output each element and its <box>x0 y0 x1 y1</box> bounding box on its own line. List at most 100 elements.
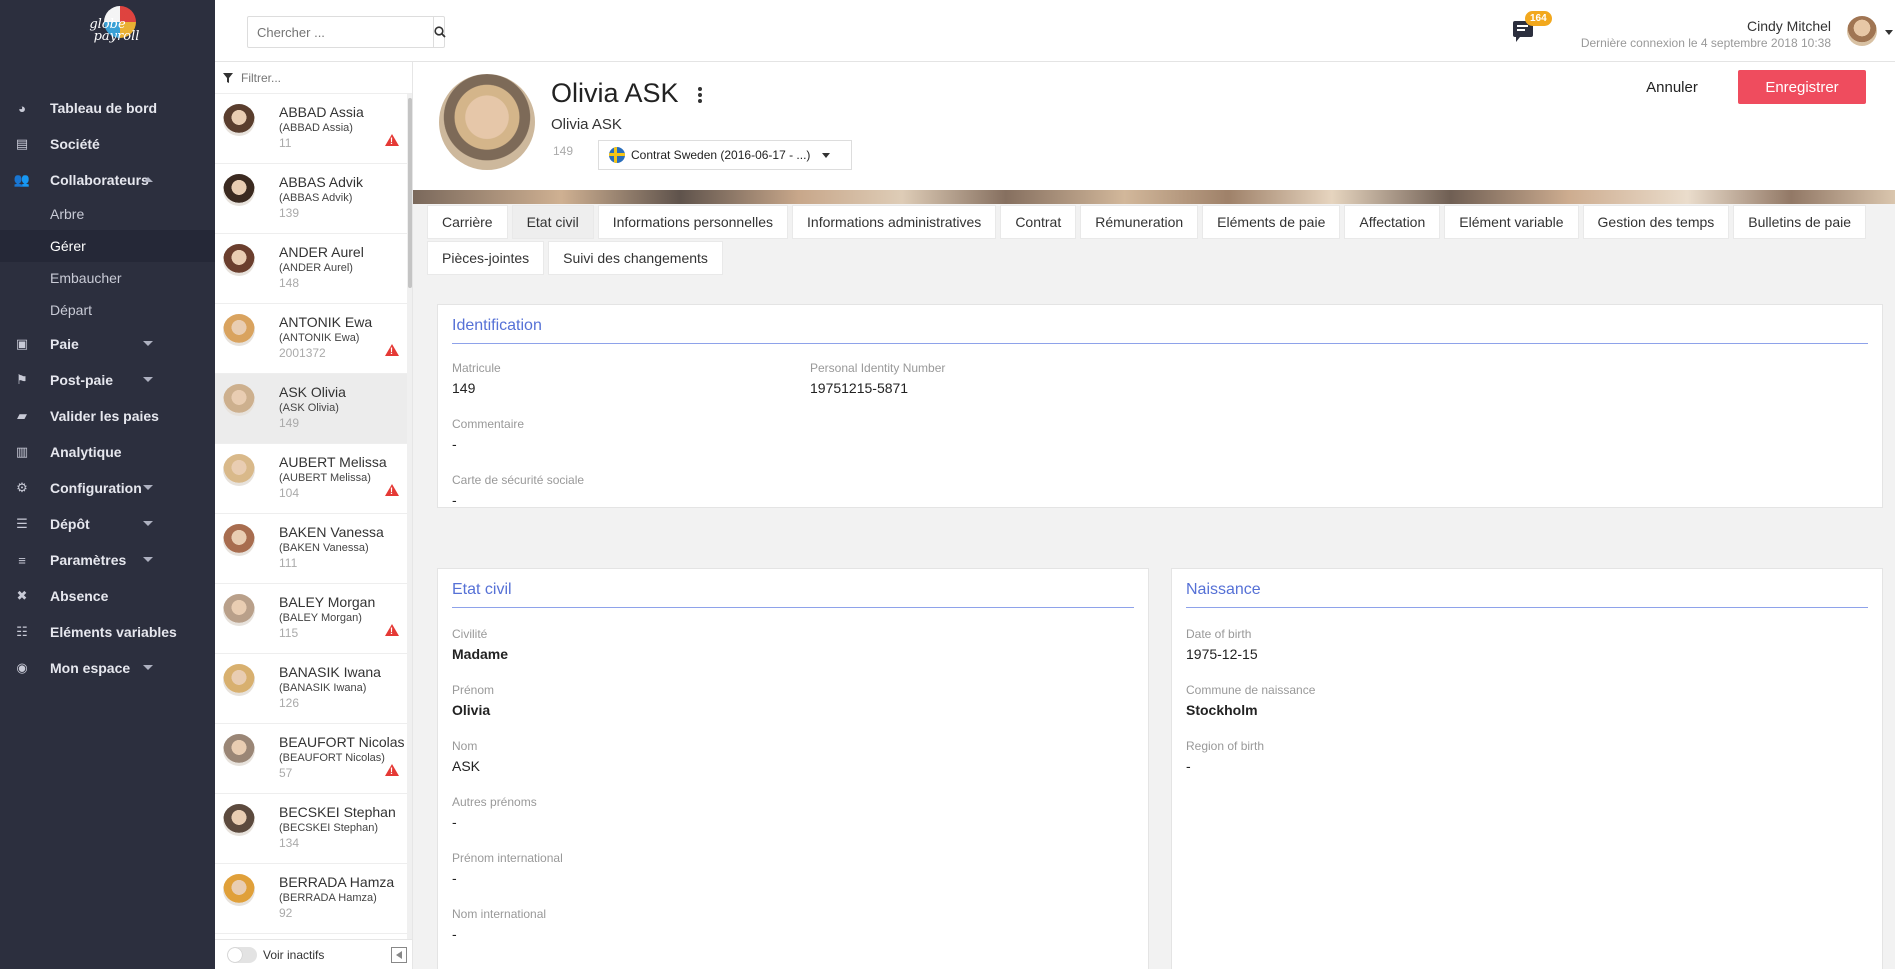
chevron-down-icon <box>143 557 153 562</box>
employee-name: ABBAS Advik <box>279 174 364 190</box>
dashboard-icon: ◕ <box>18 100 26 116</box>
tab-elements-de-paie[interactable]: Eléments de paie <box>1202 205 1341 239</box>
chevron-down-icon <box>143 485 153 490</box>
filter-input[interactable] <box>241 70 391 85</box>
tab-pieces-jointes[interactable]: Pièces-jointes <box>427 241 545 275</box>
logo[interactable]: globe payroll <box>0 0 215 62</box>
field-prenom: Prénom Olivia <box>452 683 495 718</box>
subnav-item-depart[interactable]: Départ <box>0 294 215 326</box>
tab-informations-administratives[interactable]: Informations administratives <box>792 205 997 239</box>
database-icon: ☰ <box>16 516 28 531</box>
nav-item-tableau-de-bord[interactable]: ◕ Tableau de bord <box>0 90 215 126</box>
employee-list-item[interactable]: BECSKEI Stephan (BECSKEI Stephan) 134 <box>215 794 407 864</box>
employee-avatar <box>223 734 255 766</box>
tab-element-variable[interactable]: Elément variable <box>1444 205 1579 239</box>
employee-name: BECSKEI Stephan <box>279 804 396 820</box>
show-inactive-toggle[interactable] <box>227 946 257 963</box>
employee-subname: (BANASIK Iwana) <box>279 682 367 694</box>
tab-affectation[interactable]: Affectation <box>1344 205 1441 239</box>
chat-icon-line <box>1517 29 1525 31</box>
employee-full-name: Olivia ASK <box>551 78 679 108</box>
nav-item-valider-les-paies[interactable]: ▰ Valider les paies <box>0 398 215 434</box>
etat-civil-card: Etat civil Civilité Madame Prénom Olivia… <box>437 568 1149 969</box>
employee-list-item[interactable]: BERRADA Hamza (BERRADA Hamza) 92 <box>215 864 407 934</box>
employee-id: 115 <box>279 626 299 640</box>
building-icon: ▤ <box>15 136 29 151</box>
employee-id: 111 <box>279 556 298 570</box>
warning-icon <box>385 344 399 356</box>
show-inactive-label: Voir inactifs <box>263 947 325 962</box>
tab-bulletins-de-paie[interactable]: Bulletins de paie <box>1733 205 1867 239</box>
nav-item-label: Absence <box>50 588 109 604</box>
user-name: Cindy Mitchel <box>1746 18 1831 34</box>
employee-id: 104 <box>279 486 300 500</box>
user-info[interactable]: Cindy Mitchel Dernière connexion le 4 se… <box>1581 18 1831 50</box>
employee-list-item[interactable]: ANDER Aurel (ANDER Aurel) 148 <box>215 234 407 304</box>
subnav-item-arbre[interactable]: Arbre <box>0 198 215 230</box>
employee-list-item[interactable]: BAKEN Vanessa (BAKEN Vanessa) 111 <box>215 514 407 584</box>
field-date-of-birth: Date of birth 1975-12-15 <box>1186 627 1258 662</box>
collapse-panel-icon[interactable] <box>391 947 407 963</box>
employee-list-item[interactable]: BALEY Morgan (BALEY Morgan) 115 <box>215 584 407 654</box>
employee-avatar <box>223 874 255 906</box>
tab-remuneration[interactable]: Rémuneration <box>1080 205 1199 239</box>
employee-list-item[interactable]: BEAUFORT Nicolas (BEAUFORT Nicolas) 57 <box>215 724 407 794</box>
employee-list-item[interactable]: ASK Olivia (ASK Olivia) 149 <box>215 374 407 444</box>
logo-text: globe payroll <box>89 17 140 44</box>
employee-list-item[interactable]: AUBERT Melissa (AUBERT Melissa) 104 <box>215 444 407 514</box>
field-matricule: Matricule 149 <box>452 361 501 396</box>
card-divider <box>452 343 1868 344</box>
money-icon: ▣ <box>15 336 29 351</box>
employee-id: 2001372 <box>279 346 326 360</box>
tab-etat-civil[interactable]: Etat civil <box>511 205 594 239</box>
employee-name: BALEY Morgan <box>279 594 376 610</box>
kebab-menu-icon[interactable] <box>698 87 702 103</box>
warning-icon <box>385 484 399 496</box>
employee-list-item[interactable]: ABBAS Advik (ABBAS Advik) 139 <box>215 164 407 234</box>
nav-item-elements-variables[interactable]: ☷ Eléments variables <box>0 614 215 650</box>
nav-item-post-paie[interactable]: ⚑ Post-paie <box>0 362 215 398</box>
tab-contrat[interactable]: Contrat <box>1000 205 1077 239</box>
notifications-button[interactable]: 164 <box>1513 11 1552 44</box>
chevron-down-icon[interactable] <box>1885 30 1893 35</box>
subnav-item-gerer[interactable]: Gérer <box>0 230 215 262</box>
notifications-badge: 164 <box>1525 11 1552 26</box>
employee-list: ABBAD Assia (ABBAD Assia) 11 ABBAS Advik (AB… <box>215 62 413 969</box>
nav-item-depot[interactable]: ☰ Dépôt <box>0 506 215 542</box>
save-button[interactable]: Enregistrer <box>1738 70 1866 104</box>
card-divider <box>1186 607 1868 608</box>
nav-item-configuration[interactable]: ⚙ Configuration <box>0 470 215 506</box>
nav-item-mon-espace[interactable]: ◉ Mon espace <box>0 650 215 686</box>
search-input[interactable] <box>248 17 433 47</box>
scrollbar-thumb[interactable] <box>408 98 412 288</box>
nav-item-parametres[interactable]: ≡ Paramètres <box>0 542 215 578</box>
tab-gestion-des-temps[interactable]: Gestion des temps <box>1582 205 1730 239</box>
sliders-icon: ≡ <box>18 552 26 568</box>
employee-list-item[interactable]: ANTONIK Ewa (ANTONIK Ewa) 2001372 <box>215 304 407 374</box>
nav-item-paie[interactable]: ▣ Paie <box>0 326 215 362</box>
nav-item-absence[interactable]: ✖ Absence <box>0 578 215 614</box>
nav-item-analytique[interactable]: ▥ Analytique <box>0 434 215 470</box>
tab-suivi-des-changements[interactable]: Suivi des changements <box>548 241 723 275</box>
employee-avatar <box>223 244 255 276</box>
employee-name: ANTONIK Ewa <box>279 314 373 330</box>
tab-informations-personnelles[interactable]: Informations personnelles <box>597 205 789 239</box>
employee-list-item[interactable]: BANASIK Iwana (BANASIK Iwana) 126 <box>215 654 407 724</box>
cancel-button[interactable]: Annuler <box>1632 70 1712 104</box>
nav-item-collaborateurs[interactable]: 👥 Collaborateurs <box>0 162 215 198</box>
bar-chart-icon: ▥ <box>15 444 29 459</box>
briefcase-icon: ▰ <box>17 408 27 423</box>
subnav-item-embaucher[interactable]: Embaucher <box>0 262 215 294</box>
employee-subname: (AUBERT Melissa) <box>279 472 371 484</box>
tab-carriere[interactable]: Carrière <box>427 205 508 239</box>
field-civilite: Civilité Madame <box>452 627 509 662</box>
nav-item-societe[interactable]: ▤ Société <box>0 126 215 162</box>
profile-photo[interactable] <box>439 74 535 170</box>
employee-list-item[interactable]: ABBAD Assia (ABBAD Assia) 11 <box>215 94 407 164</box>
gears-icon: ⚙ <box>16 480 28 495</box>
warning-icon <box>385 764 399 776</box>
user-avatar[interactable] <box>1847 16 1877 46</box>
search-button[interactable] <box>433 17 446 47</box>
contract-select[interactable]: Contrat Sweden (2016-06-17 - ...) <box>598 140 852 170</box>
chevron-down-icon <box>143 521 153 526</box>
